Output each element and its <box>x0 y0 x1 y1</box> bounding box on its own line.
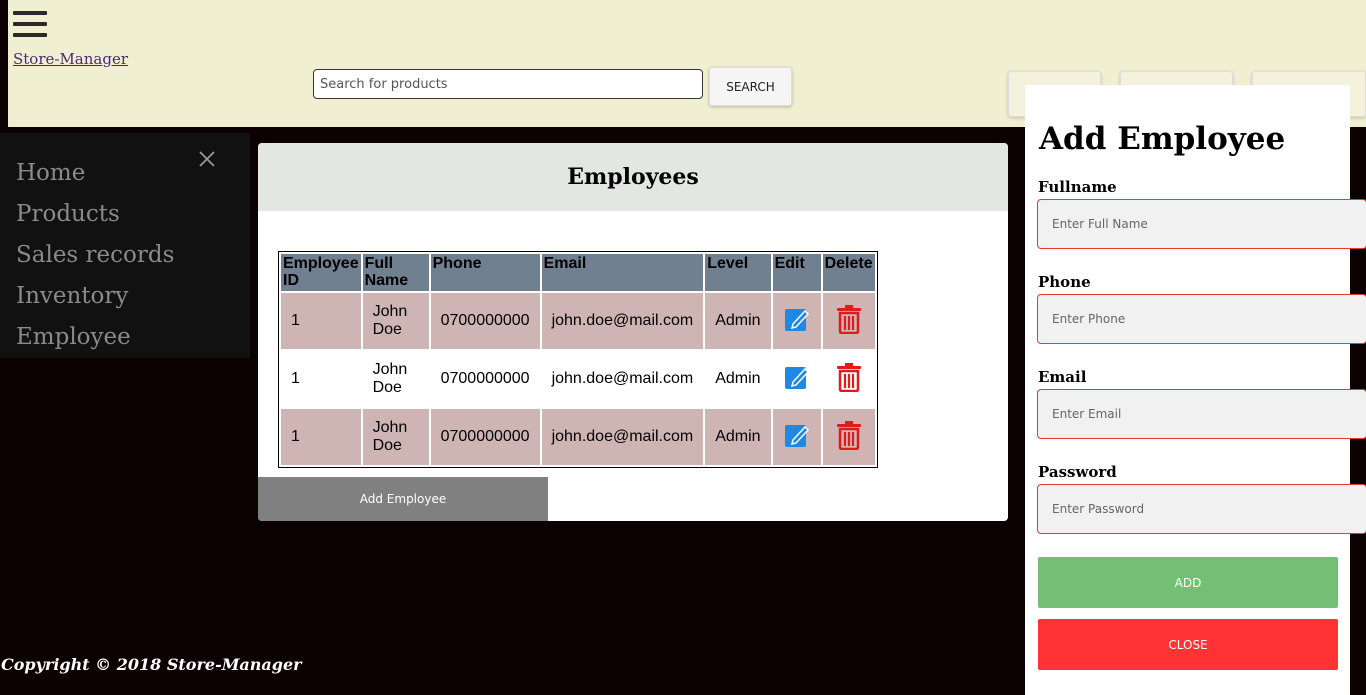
cell-phone: 0700000000 <box>430 351 540 407</box>
phone-label: Phone <box>1038 273 1091 291</box>
cell-name: John Doe <box>362 351 429 407</box>
column-header: Edit <box>772 254 821 291</box>
cell-id: 1 <box>281 409 361 465</box>
column-header: Full Name <box>362 254 429 291</box>
panel-title: Employees <box>567 164 699 190</box>
cell-delete <box>822 293 875 349</box>
employees-table: Employee ID Full Name Phone Email Level … <box>278 251 878 468</box>
brand-link[interactable]: Store-Manager <box>13 50 128 68</box>
search-input[interactable] <box>313 69 703 99</box>
close-icon[interactable] <box>199 151 215 167</box>
password-field[interactable] <box>1037 484 1366 534</box>
hamburger-menu-icon[interactable] <box>13 11 47 39</box>
fullname-label: Fullname <box>1038 178 1117 196</box>
cell-email: john.doe@mail.com <box>541 293 704 349</box>
add-button[interactable]: ADD <box>1038 557 1338 608</box>
sidebar-item-inventory[interactable]: Inventory <box>16 283 128 309</box>
panel-header: Employees <box>258 143 1008 211</box>
form-title: Add Employee <box>1039 121 1286 157</box>
cell-id: 1 <box>281 351 361 407</box>
sidebar-item-employee[interactable]: Employee <box>16 324 131 350</box>
cell-delete <box>822 351 875 407</box>
column-header: Phone <box>430 254 540 291</box>
column-header: Level <box>705 254 771 291</box>
cell-phone: 0700000000 <box>430 409 540 465</box>
search-button[interactable]: SEARCH <box>709 67 792 106</box>
password-label: Password <box>1038 463 1117 481</box>
edit-icon[interactable] <box>783 305 811 333</box>
add-employee-form: Add Employee Fullname Phone Email Passwo… <box>1025 85 1366 695</box>
cell-name: John Doe <box>362 409 429 465</box>
email-field[interactable] <box>1037 389 1366 439</box>
fullname-field[interactable] <box>1037 199 1366 249</box>
cell-email: john.doe@mail.com <box>541 409 704 465</box>
edit-icon[interactable] <box>783 421 811 449</box>
copyright-footer: Copyright © 2018 Store-Manager <box>1 655 302 674</box>
add-employee-button[interactable]: Add Employee <box>258 477 548 521</box>
cell-level: Admin <box>705 351 771 407</box>
cell-edit <box>772 409 821 465</box>
table-row: 1 John Doe 0700000000 john.doe@mail.com … <box>281 293 875 349</box>
table-header-row: Employee ID Full Name Phone Email Level … <box>281 254 875 291</box>
trash-icon[interactable] <box>836 304 862 334</box>
cell-name: John Doe <box>362 293 429 349</box>
table-row: 1 John Doe 0700000000 john.doe@mail.com … <box>281 409 875 465</box>
column-header: Delete <box>822 254 875 291</box>
email-label: Email <box>1038 368 1087 386</box>
cell-edit <box>772 351 821 407</box>
cell-email: john.doe@mail.com <box>541 351 704 407</box>
cell-level: Admin <box>705 409 771 465</box>
cell-edit <box>772 293 821 349</box>
column-header: Employee ID <box>281 254 361 291</box>
column-header: Email <box>541 254 704 291</box>
cell-phone: 0700000000 <box>430 293 540 349</box>
close-button[interactable]: CLOSE <box>1038 619 1338 670</box>
table-row: 1 John Doe 0700000000 john.doe@mail.com … <box>281 351 875 407</box>
trash-icon[interactable] <box>836 362 862 392</box>
sidebar-item-home[interactable]: Home <box>16 160 85 186</box>
cell-id: 1 <box>281 293 361 349</box>
trash-icon[interactable] <box>836 420 862 450</box>
cell-delete <box>822 409 875 465</box>
sidebar-item-products[interactable]: Products <box>16 201 120 227</box>
sidebar-item-sales-records[interactable]: Sales records <box>16 242 174 268</box>
employees-panel: Employees Employee ID Full Name Phone Em… <box>258 143 1008 521</box>
phone-field[interactable] <box>1037 294 1366 344</box>
cell-level: Admin <box>705 293 771 349</box>
edit-icon[interactable] <box>783 363 811 391</box>
